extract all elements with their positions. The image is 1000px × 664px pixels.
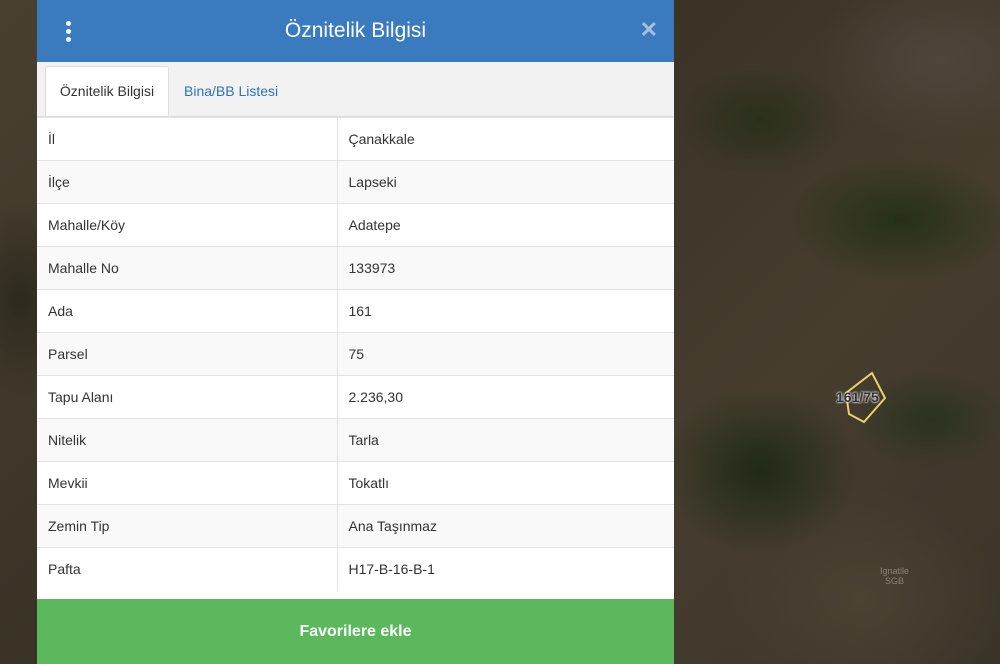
panel-header: Öznitelik Bilgisi ✕	[37, 0, 674, 62]
attr-value: 161	[336, 289, 674, 333]
table-row: Pafta H17-B-16-B-1	[37, 547, 674, 591]
table-row: Parsel 75	[37, 332, 674, 376]
tab-attribute-info[interactable]: Öznitelik Bilgisi	[45, 66, 169, 116]
table-row: Zemin Tip Ana Taşınmaz	[37, 504, 674, 548]
attr-key: Parsel	[37, 332, 337, 376]
attr-value: Tarla	[336, 418, 674, 462]
attr-key: Tapu Alanı	[37, 375, 337, 419]
table-row: Mahalle No 133973	[37, 246, 674, 290]
attr-value: H17-B-16-B-1	[336, 547, 674, 591]
table-row: İlçe Lapseki	[37, 160, 674, 204]
tab-bar: Öznitelik Bilgisi Bina/BB Listesi	[37, 62, 674, 117]
attr-key: Mahalle No	[37, 246, 337, 290]
attr-value: Lapseki	[336, 160, 674, 204]
attr-key: Zemin Tip	[37, 504, 337, 548]
attr-key: Nitelik	[37, 418, 337, 462]
parcel-map-label: 161/75	[836, 389, 879, 405]
table-row: Tapu Alanı 2.236,30	[37, 375, 674, 419]
attr-value: 75	[336, 332, 674, 376]
attribute-panel: Öznitelik Bilgisi ✕ Öznitelik Bilgisi Bi…	[37, 0, 674, 664]
table-row: Nitelik Tarla	[37, 418, 674, 462]
tab-building-list[interactable]: Bina/BB Listesi	[174, 66, 288, 116]
table-row: Mevkii Tokatlı	[37, 461, 674, 505]
attr-value: 133973	[336, 246, 674, 290]
attr-key: İl	[37, 117, 337, 161]
attr-value: Çanakkale	[336, 117, 674, 161]
attr-key: Mahalle/Köy	[37, 203, 337, 247]
attr-key: İlçe	[37, 160, 337, 204]
panel-title: Öznitelik Bilgisi	[284, 19, 427, 42]
table-row: İl Çanakkale	[37, 117, 674, 161]
attr-key: Ada	[37, 289, 337, 333]
table-row: Ada 161	[37, 289, 674, 333]
table-row: Mahalle/Köy Adatepe	[37, 203, 674, 247]
attr-value: Adatepe	[336, 203, 674, 247]
attribute-table: İl Çanakkale İlçe Lapseki Mahalle/Köy Adate…	[37, 117, 674, 591]
kebab-menu-icon[interactable]	[61, 17, 75, 45]
map-place-label: Ignatile SGB	[880, 566, 910, 586]
attr-value: Tokatlı	[336, 461, 674, 505]
add-to-favorites-button[interactable]: Favorilere ekle	[37, 599, 674, 664]
attr-key: Pafta	[37, 547, 337, 591]
close-icon[interactable]: ✕	[640, 17, 658, 43]
attr-value: 2.236,30	[336, 375, 674, 419]
attr-key: Mevkii	[37, 461, 337, 505]
attr-value: Ana Taşınmaz	[336, 504, 674, 548]
